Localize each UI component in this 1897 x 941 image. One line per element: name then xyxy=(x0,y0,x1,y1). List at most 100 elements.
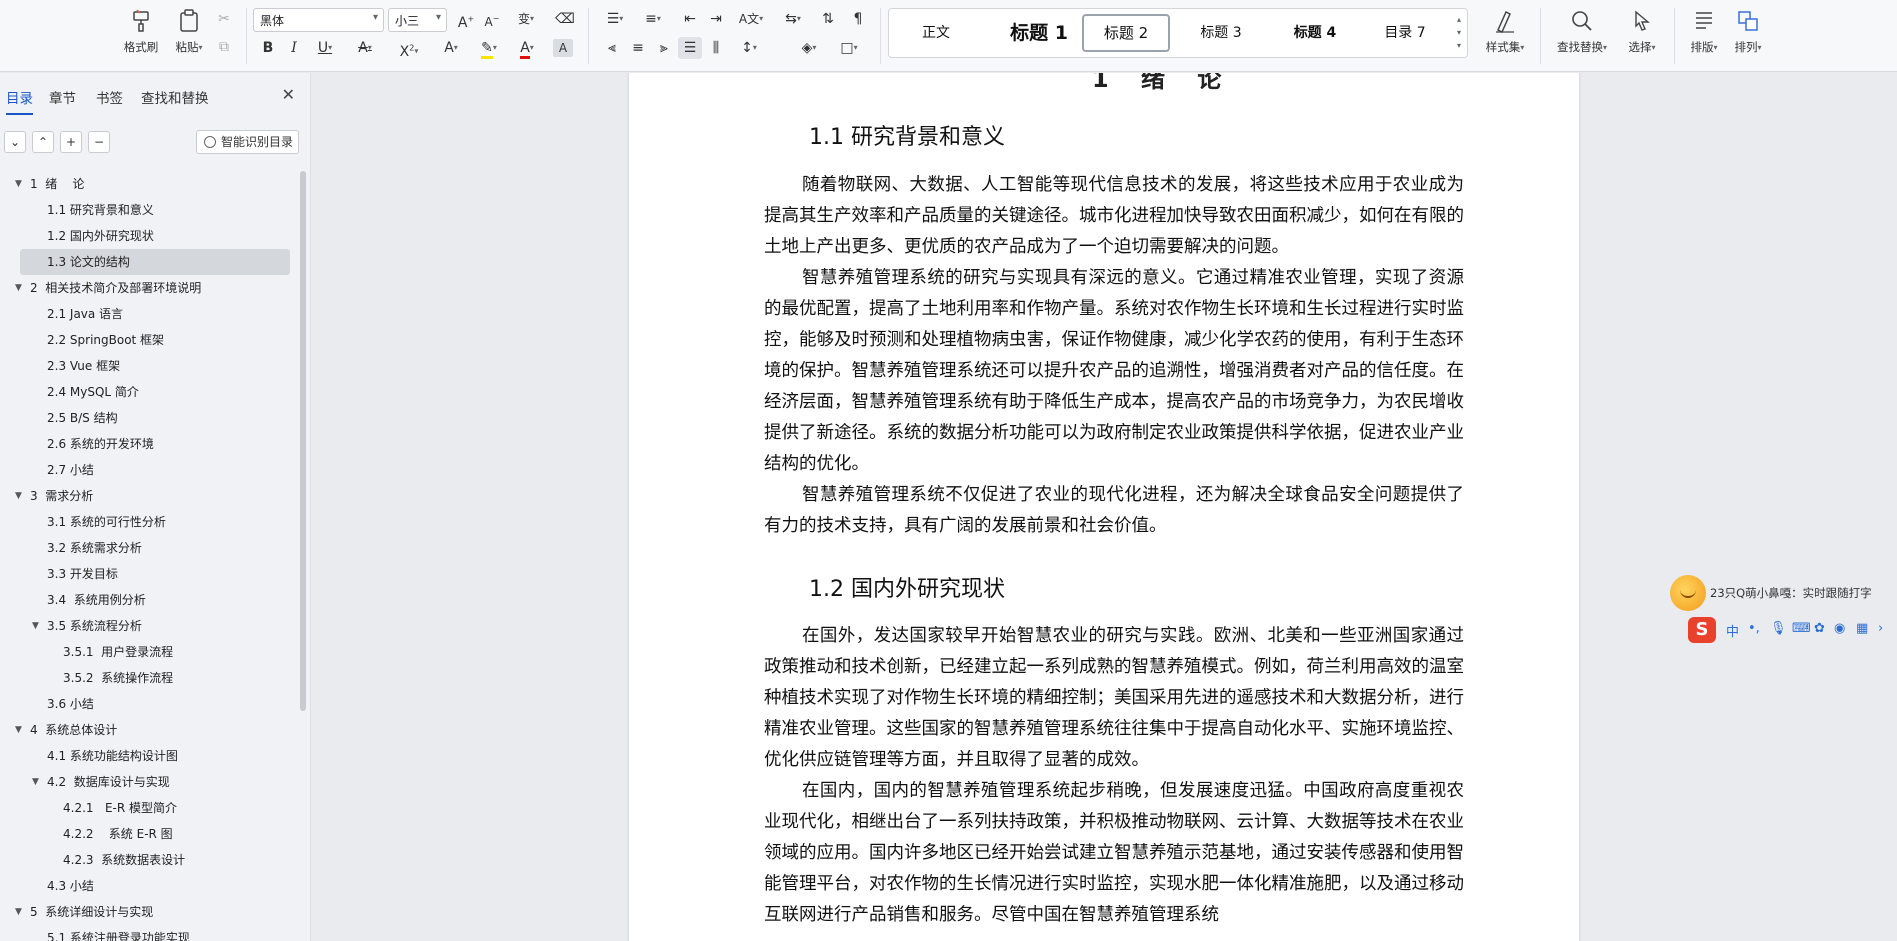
document-page[interactable]: 1 绪 论 1.1 研究背景和意义 随着物联网、大数据、人工智能等现代信息技术的… xyxy=(629,73,1579,941)
toc-item[interactable]: 3.2 系统需求分析 xyxy=(0,535,300,561)
toc-item[interactable]: ▼ 4.2 数据库设计与实现 xyxy=(0,769,300,795)
expand-triangle-icon[interactable]: ▼ xyxy=(32,769,39,795)
font-color-button[interactable]: A▾ xyxy=(512,37,542,59)
chinese-layout-button[interactable]: A文▾ xyxy=(736,8,766,30)
toc-item[interactable]: 4.2.2 系统 E-R 图 xyxy=(0,821,300,847)
apps-grid-icon[interactable]: ▦ xyxy=(1856,621,1868,636)
paste-button[interactable]: 粘贴▾ xyxy=(166,6,212,62)
smart-toc-button[interactable]: 智能识别目录 xyxy=(196,130,299,154)
toc-item[interactable]: 1.3 论文的结构 xyxy=(20,249,290,275)
borders-button[interactable]: □▾ xyxy=(834,37,864,59)
toc-item[interactable]: 2.2 SpringBoot 框架 xyxy=(0,327,300,353)
font-family-select[interactable]: 黑体 ▾ xyxy=(253,8,384,32)
more-icon[interactable]: › xyxy=(1878,621,1883,636)
align-left-button[interactable]: ⫷ xyxy=(600,37,624,59)
style-set-button[interactable]: 样式集▾ xyxy=(1478,6,1532,62)
cut-button[interactable]: ✂ xyxy=(212,8,236,30)
toc-item[interactable]: 2.5 B/S 结构 xyxy=(0,405,300,431)
decrease-indent-button[interactable]: ⇤ xyxy=(678,8,702,30)
expand-triangle-icon[interactable]: ▼ xyxy=(15,717,22,743)
toc-item[interactable]: 3.5.2 系统操作流程 xyxy=(0,665,300,691)
shrink-font-button[interactable]: A− xyxy=(480,8,504,30)
toc-item[interactable]: ▼ 5 系统详细设计与实现 xyxy=(0,899,300,925)
ime-tip-bubble[interactable]: 23只Q萌小鼻嘎：实时跟随打字 xyxy=(1670,573,1897,613)
toc-item[interactable]: 2.4 MySQL 简介 xyxy=(0,379,300,405)
bullet-list-button[interactable]: ☰▾ xyxy=(600,8,630,30)
toc-item[interactable]: ▼ 4 系统总体设计 xyxy=(0,717,300,743)
text-effect-button[interactable]: A▾ xyxy=(436,37,466,59)
char-shading-button[interactable]: A xyxy=(553,39,573,57)
remove-heading-button[interactable]: − xyxy=(88,131,110,153)
expand-triangle-icon[interactable]: ▼ xyxy=(15,171,22,197)
style-normal[interactable]: 正文 xyxy=(901,14,971,52)
expand-triangle-icon[interactable]: ▼ xyxy=(32,613,39,639)
toc-item[interactable]: ▼ 1 绪 论 xyxy=(0,171,300,197)
ime-mode-toggle[interactable]: 中 xyxy=(1726,621,1739,640)
toc-item[interactable]: 3.5.1 用户登录流程 xyxy=(0,639,300,665)
style-toc-7[interactable]: 目录 7 xyxy=(1365,14,1445,52)
chevron-up-icon[interactable]: ▴ xyxy=(1453,13,1465,26)
increase-indent-button[interactable]: ⇥ xyxy=(704,8,728,30)
numbered-list-button[interactable]: ≡▾ xyxy=(638,8,668,30)
toc-item[interactable]: 3.3 开发目标 xyxy=(0,561,300,587)
tab-bookmarks[interactable]: 书签 xyxy=(96,87,123,107)
microphone-icon[interactable]: 🎙︎ xyxy=(1770,621,1787,636)
toc-item[interactable]: 2.6 系统的开发环境 xyxy=(0,431,300,457)
toc-item[interactable]: 2.7 小结 xyxy=(0,457,300,483)
show-marks-button[interactable]: ¶ xyxy=(846,8,870,30)
toc-item[interactable]: 3.6 小结 xyxy=(0,691,300,717)
sogou-logo-icon[interactable]: S xyxy=(1688,617,1716,643)
toc-item[interactable]: 4.2.3 系统数据表设计 xyxy=(0,847,300,873)
toc-item[interactable]: 1.2 国内外研究现状 xyxy=(0,223,300,249)
tab-sections[interactable]: 章节 xyxy=(49,87,76,107)
phonetic-button[interactable]: 变▾ xyxy=(510,8,542,30)
select-button[interactable]: 选择▾ xyxy=(1618,6,1666,62)
toc-item[interactable]: 3.4 系统用例分析 xyxy=(0,587,300,613)
chevron-down-icon[interactable]: ▾ xyxy=(1453,26,1465,39)
more-icon[interactable]: ▾ xyxy=(1453,39,1465,52)
toc-item[interactable]: 2.3 Vue 框架 xyxy=(0,353,300,379)
underline-button[interactable]: U▾ xyxy=(310,37,340,59)
superscript-button[interactable]: X2▾ xyxy=(394,37,424,60)
toc-item[interactable]: ▼ 3 需求分析 xyxy=(0,483,300,509)
toc-item[interactable]: 4.2.1 E-R 模型简介 xyxy=(0,795,300,821)
format-painter-button[interactable]: 格式刷 xyxy=(118,6,164,62)
punctuation-icon[interactable]: •, xyxy=(1748,621,1760,636)
nav-scrollbar[interactable] xyxy=(300,171,306,711)
skin-icon[interactable]: ✿ xyxy=(1814,621,1825,636)
toc-item[interactable]: 3.1 系统的可行性分析 xyxy=(0,509,300,535)
style-heading-1[interactable]: 标题 1 xyxy=(989,14,1089,52)
style-heading-4[interactable]: 标题 4 xyxy=(1275,14,1355,52)
justify-button[interactable]: ☰ xyxy=(678,37,702,59)
bold-button[interactable]: B xyxy=(256,37,280,59)
game-icon[interactable]: ◉ xyxy=(1834,621,1845,636)
expand-button[interactable]: ⌃ xyxy=(32,131,54,153)
strikethrough-button[interactable]: A▾ xyxy=(350,37,380,59)
toc-item[interactable]: ▼ 2 相关技术简介及部署环境说明 xyxy=(0,275,300,301)
italic-button[interactable]: I xyxy=(282,37,306,59)
toc-item[interactable]: 1.1 研究背景和意义 xyxy=(0,197,300,223)
tab-find-replace[interactable]: 查找和替换 xyxy=(141,87,209,107)
expand-triangle-icon[interactable]: ▼ xyxy=(15,275,22,301)
gallery-scroll[interactable]: ▴ ▾ ▾ xyxy=(1453,13,1465,55)
style-heading-2[interactable]: 标题 2 xyxy=(1082,14,1170,52)
toc-item[interactable]: 2.1 Java 语言 xyxy=(0,301,300,327)
align-center-button[interactable]: ≡ xyxy=(626,37,650,59)
layout-button[interactable]: 排版▾ xyxy=(1682,6,1726,62)
style-heading-3[interactable]: 标题 3 xyxy=(1181,14,1261,52)
arrange-button[interactable]: 排列▾ xyxy=(1726,6,1770,62)
copy-button[interactable]: ⧉ xyxy=(212,36,236,58)
clear-format-button[interactable]: ⌫ xyxy=(553,8,577,30)
align-right-button[interactable]: ⫸ xyxy=(652,37,676,59)
close-icon[interactable]: ✕ xyxy=(282,85,295,104)
highlight-button[interactable]: ✎▾ xyxy=(474,37,504,59)
toc-item[interactable]: 4.1 系统功能结构设计图 xyxy=(0,743,300,769)
shading-button[interactable]: ◈▾ xyxy=(794,37,824,59)
toc-item[interactable]: ▼ 3.5 系统流程分析 xyxy=(0,613,300,639)
keyboard-icon[interactable]: ⌨ xyxy=(1792,621,1811,636)
toc-item[interactable]: 5.1 系统注册登录功能实现 xyxy=(0,925,300,941)
ime-widget[interactable]: 23只Q萌小鼻嘎：实时跟随打字 S 中 •, 🎙︎ ⌨ ✿ ◉ ▦ › xyxy=(1670,573,1897,653)
font-size-select[interactable]: 小三 ▾ xyxy=(388,8,447,32)
expand-triangle-icon[interactable]: ▼ xyxy=(15,483,22,509)
toc-item[interactable]: 4.3 小结 xyxy=(0,873,300,899)
